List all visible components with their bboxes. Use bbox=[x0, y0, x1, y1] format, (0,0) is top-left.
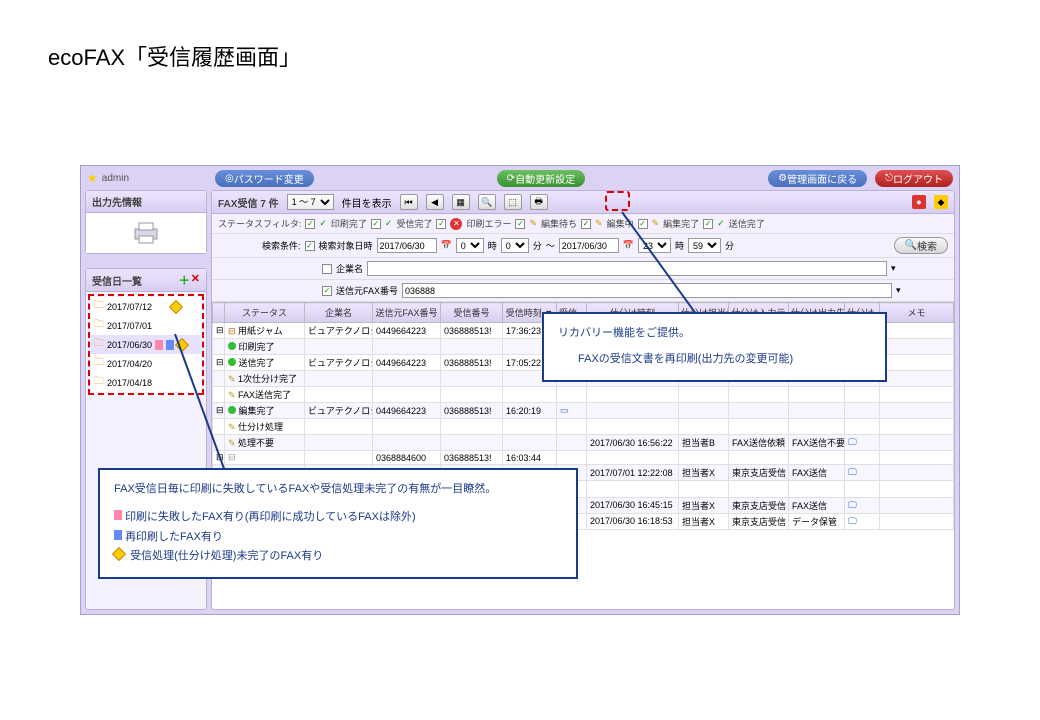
pencil-icon: ✎ bbox=[595, 218, 603, 229]
date-list-highlight: 🗀2017/07/12 🗀2017/07/01 🗀2017/06/30 🗀201… bbox=[88, 294, 204, 395]
err-icon: ✕ bbox=[450, 218, 462, 230]
admin-back-button[interactable]: ⚙ 管理画面に戻る bbox=[768, 170, 867, 187]
search-row-3: ✓ 送信元FAX番号 ▾ bbox=[212, 280, 954, 302]
company-chk[interactable] bbox=[322, 264, 332, 274]
date-to-input[interactable] bbox=[559, 238, 619, 253]
password-button[interactable]: ◎ パスワード変更 bbox=[215, 170, 314, 187]
date-item[interactable]: 🗀2017/07/12 bbox=[91, 297, 201, 316]
print-button[interactable]: 🖶 bbox=[530, 194, 548, 210]
filter-chk[interactable]: ✓ bbox=[371, 219, 381, 229]
col-memo[interactable]: メモ bbox=[880, 303, 954, 323]
list-button[interactable]: ▦ bbox=[452, 194, 470, 210]
dropdown-icon[interactable]: ▾ bbox=[891, 263, 896, 274]
warn-icon[interactable]: ◆ bbox=[934, 195, 948, 209]
faxnum-chk[interactable]: ✓ bbox=[322, 286, 332, 296]
table-row[interactable]: ✎ 処理不要2017/06/30 16:56:22担当者BFAX送信依頼FAX送… bbox=[213, 435, 954, 451]
prev-button[interactable]: ◀ bbox=[426, 194, 444, 210]
blue-icon bbox=[166, 340, 174, 350]
table-row[interactable]: ✎ FAX送信完了 bbox=[213, 387, 954, 403]
filter-chk[interactable]: ✓ bbox=[703, 219, 713, 229]
first-button[interactable]: ⏮ bbox=[400, 194, 418, 210]
range-label: 件目を表示 bbox=[342, 195, 392, 210]
pencil-icon: ✎ bbox=[652, 218, 660, 229]
star-icon: ★ bbox=[87, 171, 98, 185]
output-dest-panel: 出力先情報 bbox=[85, 190, 207, 254]
dialog-button[interactable]: ⬚ bbox=[504, 194, 522, 210]
date-item-selected[interactable]: 🗀2017/06/30 bbox=[91, 335, 201, 354]
table-row[interactable]: ⊟ 編集完了ビュアテクノロジ…0449664223036888513!16:20… bbox=[213, 403, 954, 419]
filter-chk[interactable]: ✓ bbox=[638, 219, 648, 229]
table-row[interactable]: ✎ 仕分け処理 bbox=[213, 419, 954, 435]
logout-button[interactable]: ⎋ ログアウト bbox=[875, 170, 953, 187]
search-chk[interactable]: ✓ bbox=[305, 241, 315, 251]
search-label: 検索条件: bbox=[262, 239, 301, 252]
callout-recovery: リカバリー機能をご提供。 FAXの受信文書を再印刷(出力先の変更可能) bbox=[542, 312, 887, 382]
date-list-title: 受信日一覧 ＋ ✕ bbox=[86, 269, 206, 292]
filter-chk[interactable]: ✓ bbox=[581, 219, 591, 229]
folder-icon: 🗀 bbox=[94, 355, 104, 372]
content-title: FAX受信 7 件 bbox=[218, 195, 279, 210]
page-title: ecoFAX「受信履歴画面」 bbox=[0, 0, 1040, 72]
search-row-2: 企業名 ▾ bbox=[212, 258, 954, 280]
dropdown-icon[interactable]: ▾ bbox=[896, 285, 901, 296]
output-dest-title: 出力先情報 bbox=[86, 191, 206, 213]
pencil-icon: ✎ bbox=[529, 218, 537, 229]
filter-chk[interactable]: ✓ bbox=[305, 219, 315, 229]
search-exec-button[interactable]: 🔍 検索 bbox=[894, 237, 948, 254]
ok-icon: ✓ bbox=[385, 218, 393, 229]
filter-row: ステータスフィルタ: ✓✓印刷完了 ✓✓受信完了 ✓✕印刷エラー ✓✎編集待ち … bbox=[212, 214, 954, 234]
content-header: FAX受信 7 件 1 ～ 7 件目を表示 ⏮ ◀ ▦ 🔍 ⬚ 🖶 ● ◆ bbox=[212, 191, 954, 214]
delete-icon[interactable]: ✕ bbox=[191, 272, 200, 288]
min-from-select[interactable]: 0 bbox=[501, 238, 529, 253]
folder-icon: 🗀 bbox=[94, 336, 104, 353]
cal-icon[interactable]: 📅 bbox=[623, 240, 634, 251]
diamond-icon bbox=[168, 299, 182, 313]
auto-update-button[interactable]: ⟳ 自動更新設定 bbox=[497, 170, 585, 187]
col-status[interactable]: ステータス bbox=[225, 303, 305, 323]
company-input[interactable] bbox=[367, 261, 887, 276]
diamond-icon bbox=[112, 547, 126, 561]
hour-from-select[interactable]: 0 bbox=[456, 238, 484, 253]
search-button[interactable]: 🔍 bbox=[478, 194, 496, 210]
printer-icon bbox=[86, 213, 206, 253]
date-from-input[interactable] bbox=[377, 238, 437, 253]
folder-icon: 🗀 bbox=[94, 298, 104, 315]
record-icon[interactable]: ● bbox=[912, 195, 926, 209]
print-highlight bbox=[605, 191, 630, 211]
min-to-select[interactable]: 59 bbox=[688, 238, 721, 253]
col-company[interactable]: 企業名 bbox=[305, 303, 373, 323]
callout-legend: FAX受信日毎に印刷に失敗しているFAXや受信処理未完了の有無が一目瞭然。 印刷… bbox=[98, 468, 578, 579]
blue-icon bbox=[114, 530, 122, 540]
col-recvnum[interactable]: 受信番号 bbox=[441, 303, 503, 323]
cal-icon[interactable]: 📅 bbox=[441, 240, 452, 251]
range-select[interactable]: 1 ～ 7 bbox=[287, 194, 334, 210]
filter-label: ステータスフィルタ: bbox=[218, 217, 301, 230]
folder-icon: 🗀 bbox=[94, 374, 104, 391]
search-row-1: 検索条件: ✓ 検索対象日時 📅 0 時 0 分 ～ 📅 23 時 59 分 bbox=[212, 234, 954, 258]
table-row[interactable]: ⊟⊟ 0368884600036888513!16:03:44 bbox=[213, 451, 954, 465]
pink-icon bbox=[155, 340, 163, 350]
filter-chk[interactable]: ✓ bbox=[436, 219, 446, 229]
pink-icon bbox=[114, 510, 122, 520]
date-item[interactable]: 🗀2017/04/18 bbox=[91, 373, 201, 392]
user-label: ★ admin bbox=[87, 171, 207, 185]
filter-chk[interactable]: ✓ bbox=[515, 219, 525, 229]
plus-icon[interactable]: ＋ bbox=[179, 272, 190, 288]
ok-icon: ✓ bbox=[717, 218, 725, 229]
col-faxnum[interactable]: 送信元FAX番号 bbox=[373, 303, 441, 323]
faxnum-input[interactable] bbox=[402, 283, 892, 298]
folder-icon: 🗀 bbox=[94, 317, 104, 334]
topbar: ★ admin ◎ パスワード変更 ⟳ 自動更新設定 ⚙ 管理画面に戻る ⎋ ロ… bbox=[81, 166, 959, 190]
ok-icon: ✓ bbox=[319, 218, 327, 229]
date-item[interactable]: 🗀2017/07/01 bbox=[91, 316, 201, 335]
